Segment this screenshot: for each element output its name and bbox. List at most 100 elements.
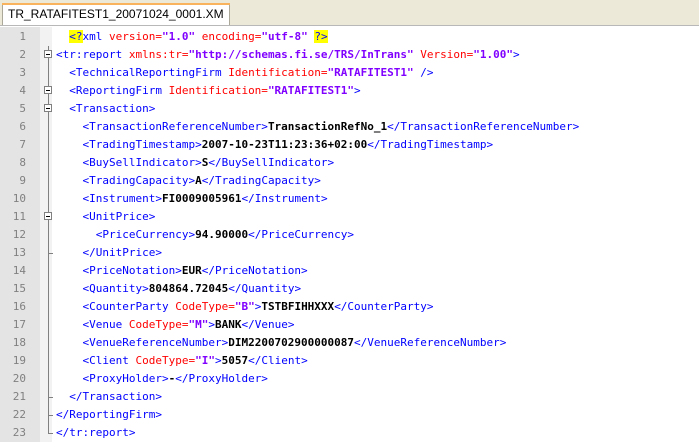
token: </Instrument> — [241, 192, 328, 205]
code-text: </UnitPrice> — [56, 244, 162, 262]
token: <Client — [82, 354, 136, 367]
line-number: 7 — [19, 138, 26, 151]
line-number: 15 — [12, 282, 26, 295]
token: <Instrument> — [82, 192, 162, 205]
line-number: 22 — [12, 408, 26, 421]
code-line[interactable]: 15 <Quantity>804864.72045</Quantity> — [0, 280, 699, 298]
token: CodeType= — [175, 300, 235, 313]
token: "B" — [234, 300, 255, 313]
fold-guide — [48, 100, 49, 104]
token: </Client> — [248, 354, 308, 367]
fold-guide — [48, 280, 49, 298]
token: <ProxyHolder> — [82, 372, 169, 385]
code-line[interactable]: 11 <UnitPrice> — [0, 208, 699, 226]
token: "1.0" — [161, 30, 196, 43]
token: <TransactionReferenceNumber> — [82, 120, 268, 133]
token: <TradingCapacity> — [82, 174, 196, 187]
token: version= — [109, 30, 162, 43]
token: "RATAFITEST1" — [327, 66, 414, 79]
token: "1.00" — [473, 48, 513, 61]
token: BANK — [214, 318, 242, 331]
code-line[interactable]: 10 <Instrument>FI0009005961</Instrument> — [0, 190, 699, 208]
line-number: 8 — [19, 156, 26, 169]
code-line[interactable]: 19 <Client CodeType="I">5057</Client> — [0, 352, 699, 370]
code-line[interactable]: 7 <TradingTimestamp>2007-10-23T11:23:36+… — [0, 136, 699, 154]
token: </Quantity> — [228, 282, 302, 295]
fold-end-marker — [48, 415, 53, 416]
fold-toggle-icon[interactable] — [44, 104, 52, 112]
code-editor[interactable]: 1 <?xml version="1.0" encoding="utf-8" ?… — [0, 27, 699, 442]
code-line[interactable]: 4 <ReportingFirm Identification="RATAFIT… — [0, 82, 699, 100]
fold-guide — [48, 64, 49, 82]
token: <tr:report — [56, 48, 129, 61]
code-line[interactable]: 9 <TradingCapacity>A</TradingCapacity> — [0, 172, 699, 190]
token: </BuySellIndicator> — [208, 156, 335, 169]
line-number: 23 — [12, 426, 26, 439]
code-text: </Transaction> — [56, 388, 162, 406]
token: 2007-10-23T11:23:36+02:00 — [201, 138, 368, 151]
code-line[interactable]: 12 <PriceCurrency>94.90000</PriceCurrenc… — [0, 226, 699, 244]
token: <ReportingFirm — [69, 84, 169, 97]
fold-guide — [48, 262, 49, 280]
token: CodeType= — [128, 318, 189, 331]
code-line[interactable]: 3 <TechnicalReportingFirm Identification… — [0, 64, 699, 82]
token: "RATAFITEST1" — [267, 84, 355, 97]
fold-end-marker — [48, 397, 53, 398]
code-line[interactable]: 2 <tr:report xmlns:tr="http://schemas.fi.… — [0, 46, 699, 64]
token: </CounterParty> — [334, 300, 434, 313]
code-line[interactable]: 22 </ReportingFirm> — [0, 406, 699, 424]
token: 94.90000 — [195, 228, 249, 241]
code-line[interactable]: 17 <Venue CodeType="M">BANK</Venue> — [0, 316, 699, 334]
line-number: 19 — [12, 354, 26, 367]
token: </TransactionReferenceNumber> — [387, 120, 580, 133]
token: > — [354, 84, 361, 97]
token: Identification= — [168, 84, 268, 97]
code-text: <Client CodeType="I">5057</Client> — [56, 352, 308, 370]
code-line[interactable]: 23 </tr:report> — [0, 424, 699, 442]
code-text: <ProxyHolder>-</ProxyHolder> — [56, 370, 268, 388]
fold-toggle-icon[interactable] — [44, 86, 52, 94]
fold-guide — [48, 316, 49, 334]
code-line[interactable]: 1 <?xml version="1.0" encoding="utf-8" ?… — [0, 28, 699, 46]
fold-guide — [48, 172, 49, 190]
line-number: 18 — [12, 336, 26, 349]
file-tab[interactable]: TR_RATAFITEST1_20071024_0001.XM — [2, 3, 230, 25]
code-line[interactable]: 8 <BuySellIndicator>S</BuySellIndicator> — [0, 154, 699, 172]
fold-guide — [48, 334, 49, 352]
token: </tr:report> — [56, 426, 136, 439]
code-line[interactable]: 18 <VenueReferenceNumber>DIM220070290000… — [0, 334, 699, 352]
code-text: <?xml version="1.0" encoding="utf-8" ?> — [56, 28, 328, 46]
token: </TradingCapacity> — [201, 174, 321, 187]
code-line[interactable]: 20 <ProxyHolder>-</ProxyHolder> — [0, 370, 699, 388]
fold-toggle-icon[interactable] — [44, 212, 52, 220]
token: "I" — [195, 354, 215, 367]
line-number: 16 — [12, 300, 26, 313]
code-line[interactable]: 21 </Transaction> — [0, 388, 699, 406]
code-line[interactable]: 5 <Transaction> — [0, 100, 699, 118]
fold-guide — [48, 190, 49, 208]
fold-toggle-icon[interactable] — [44, 50, 52, 58]
code-text: <ReportingFirm Identification="RATAFITES… — [56, 82, 361, 100]
code-line[interactable]: 16 <CounterParty CodeType="B">TSTBFIHHXX… — [0, 298, 699, 316]
token: "utf-8" — [261, 30, 308, 43]
token: <VenueReferenceNumber> — [82, 336, 229, 349]
token: </ReportingFirm> — [56, 408, 162, 421]
code-line[interactable]: 14 <PriceNotation>EUR</PriceNotation> — [0, 262, 699, 280]
code-line[interactable]: 6 <TransactionReferenceNumber>Transactio… — [0, 118, 699, 136]
token: > — [214, 354, 222, 367]
code-line[interactable]: 13 </UnitPrice> — [0, 244, 699, 262]
code-text: <Venue CodeType="M">BANK</Venue> — [56, 316, 295, 334]
fold-guide — [48, 136, 49, 154]
fold-guide — [48, 298, 49, 316]
token: <BuySellIndicator> — [82, 156, 202, 169]
code-text: </ReportingFirm> — [56, 406, 162, 424]
token: </VenueReferenceNumber> — [354, 336, 507, 349]
